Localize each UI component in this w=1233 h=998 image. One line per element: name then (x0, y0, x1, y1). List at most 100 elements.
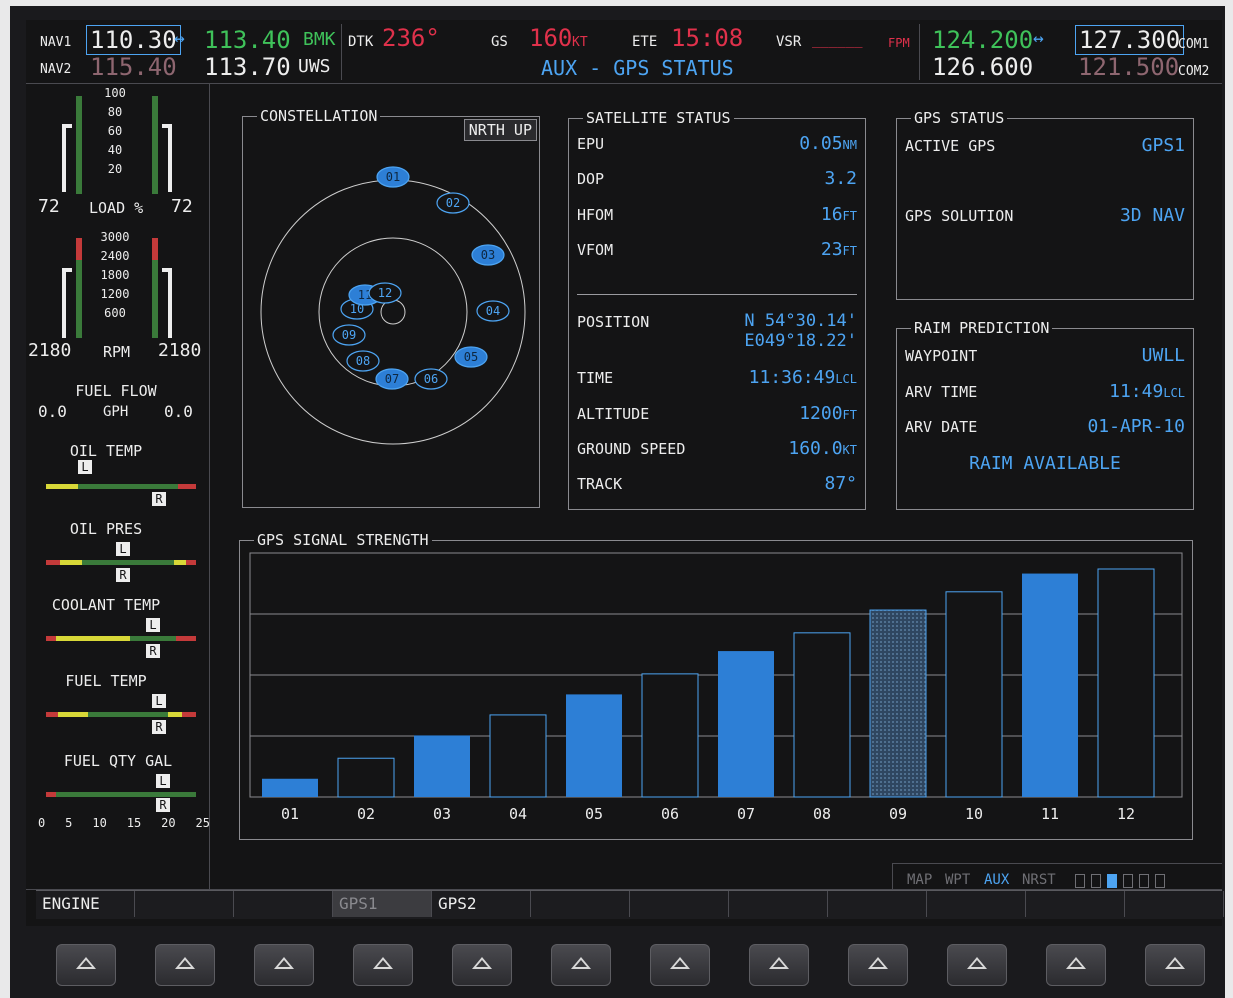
softkey-button[interactable] (1046, 944, 1106, 986)
page-dot-active (1107, 874, 1117, 888)
load-left-value: 72 (38, 196, 60, 217)
nav2-standby-frequency[interactable]: 113.70 (204, 52, 291, 82)
fuel-qty-scale-label: 5 (65, 816, 73, 830)
softkey-empty[interactable] (531, 891, 630, 917)
softkey-empty[interactable] (828, 891, 927, 917)
nav2-ident: UWS (298, 56, 331, 77)
signal-strength-panel: GPS SIGNAL STRENGTH 01 02 03 04 05 06 07 08 09 10… (239, 531, 1193, 840)
time-label: TIME (577, 369, 614, 387)
com1-standby-frequency[interactable]: 127.300 (1075, 25, 1185, 55)
com1-active-frequency[interactable]: 124.200 (932, 25, 1033, 55)
coolant-temp-gauge: COOLANT TEMP L R (26, 592, 208, 660)
load-right-value: 72 (171, 196, 193, 217)
arv-time-unit: LCL (1163, 386, 1185, 400)
dtk-value: 236° (382, 24, 440, 52)
softkey-button[interactable] (1145, 944, 1205, 986)
page-group-nrst[interactable]: NRST (1022, 872, 1056, 888)
signal-bar-label: 02 (357, 805, 375, 823)
waypoint-label: WAYPOINT (905, 347, 978, 365)
signal-bar-07 (718, 651, 774, 797)
page-group-wpt[interactable]: WPT (945, 872, 970, 888)
fuel-flow-right-value: 0.0 (164, 402, 193, 421)
vsr-label: VSR (776, 34, 802, 50)
page-group-map[interactable]: MAP (907, 872, 932, 888)
fuel-flow-label: FUEL FLOW (75, 382, 157, 400)
satellite-marker-06: 06 (414, 368, 448, 390)
ground-speed-unit: KT (842, 443, 857, 457)
nav2-active-frequency[interactable]: 115.40 (90, 52, 177, 82)
fuel-qty-scale-label: 10 (92, 816, 107, 830)
softkey-button[interactable] (650, 944, 710, 986)
dtk-label: DTK (348, 34, 374, 50)
track-label: TRACK (577, 475, 623, 493)
satellite-id-label: 04 (486, 304, 500, 318)
signal-bar-label: 04 (509, 805, 527, 823)
softkey-button[interactable] (749, 944, 809, 986)
softkey-button[interactable] (353, 944, 413, 986)
gps-solution-value: 3D NAV (1119, 205, 1185, 226)
rpm-gauge: 3000 2400 1800 1200 600 2180 RPM 2180 (26, 228, 208, 368)
softkey-empty[interactable] (1026, 891, 1125, 917)
page-title: AUX - GPS STATUS (541, 56, 734, 80)
softkey-empty[interactable] (234, 891, 333, 917)
softkey-button[interactable] (56, 944, 116, 986)
arv-date-value[interactable]: 01-APR-10 (1087, 416, 1185, 438)
signal-bar-label: 12 (1117, 805, 1135, 823)
softkey-gps2[interactable]: GPS2 (432, 891, 531, 917)
nav1-active-frequency[interactable]: 110.30 (86, 25, 181, 55)
waypoint-value[interactable]: UWLL (1142, 345, 1185, 367)
softkey-empty[interactable] (135, 891, 234, 917)
triangle-up-icon (571, 957, 591, 969)
page-dot (1123, 874, 1133, 888)
com2-active-frequency[interactable]: 126.600 (932, 52, 1033, 82)
softkey-button[interactable] (254, 944, 314, 986)
softkey-button[interactable] (848, 944, 908, 986)
softkey-empty[interactable] (1125, 891, 1224, 917)
track-value: 87° (824, 473, 857, 494)
rpm-tick: 1200 (100, 287, 130, 301)
dop-value: 3.2 (824, 168, 857, 189)
softkey-gps1[interactable]: GPS1 (333, 891, 432, 917)
fuel-qty-right-pointer: R (156, 798, 170, 812)
softkey-empty[interactable] (630, 891, 729, 917)
fuel-qty-scale-label: 25 (195, 816, 210, 830)
gs-value: 160 (529, 24, 573, 52)
page-index-dots (1075, 874, 1165, 888)
vfom-label: VFOM (577, 241, 614, 259)
softkey-engine[interactable]: ENGINE (36, 891, 135, 917)
softkey-button[interactable] (452, 944, 512, 986)
page-dot (1091, 874, 1101, 888)
satellite-id-label: 08 (356, 354, 370, 368)
gs-unit: KT (572, 35, 588, 50)
softkey-button[interactable] (947, 944, 1007, 986)
rpm-tick: 600 (104, 306, 126, 320)
page-group-aux[interactable]: AUX (984, 872, 1009, 888)
time-value: 11:36:49 (748, 367, 836, 388)
softkey-button[interactable] (551, 944, 611, 986)
signal-bar-label: 08 (813, 805, 831, 823)
signal-bar-12 (1097, 568, 1155, 798)
signal-strength-chart: 01 02 03 04 05 06 07 08 09 10 11 12 (249, 552, 1183, 823)
oil-pres-left-pointer: L (116, 542, 130, 556)
signal-bar-label: 01 (281, 805, 299, 823)
com1-swap-icon[interactable]: ↔ (1033, 28, 1044, 49)
nav1-swap-icon[interactable]: ↔ (174, 28, 185, 49)
arv-time-value[interactable]: 11:49 (1109, 381, 1163, 402)
softkey-empty[interactable] (729, 891, 828, 917)
fuel-temp-gauge: FUEL TEMP L R (26, 670, 208, 738)
satellite-marker-02: 02 (436, 192, 470, 214)
signal-bar-10 (945, 591, 1003, 798)
coolant-temp-right-pointer: R (146, 644, 160, 658)
raim-status[interactable]: RAIM AVAILABLE (897, 453, 1193, 474)
nav1-label: NAV1 (40, 35, 72, 50)
com2-standby-frequency[interactable]: 121.500 (1078, 52, 1179, 82)
load-tick: 80 (107, 105, 123, 119)
oil-temp-gauge: OIL TEMP L R (26, 442, 208, 510)
nav1-ident: BMK (303, 29, 336, 50)
header-bar: NAV1 110.30 ↔ 113.40 BMK NAV2 115.40 113… (26, 20, 1222, 82)
nav1-standby-frequency[interactable]: 113.40 (204, 25, 291, 55)
softkey-empty[interactable] (927, 891, 1026, 917)
load-gauge: 100 80 60 40 20 72 LOAD % 72 (26, 84, 208, 224)
oil-pres-gauge: OIL PRES L R (26, 516, 208, 584)
softkey-button[interactable] (155, 944, 215, 986)
